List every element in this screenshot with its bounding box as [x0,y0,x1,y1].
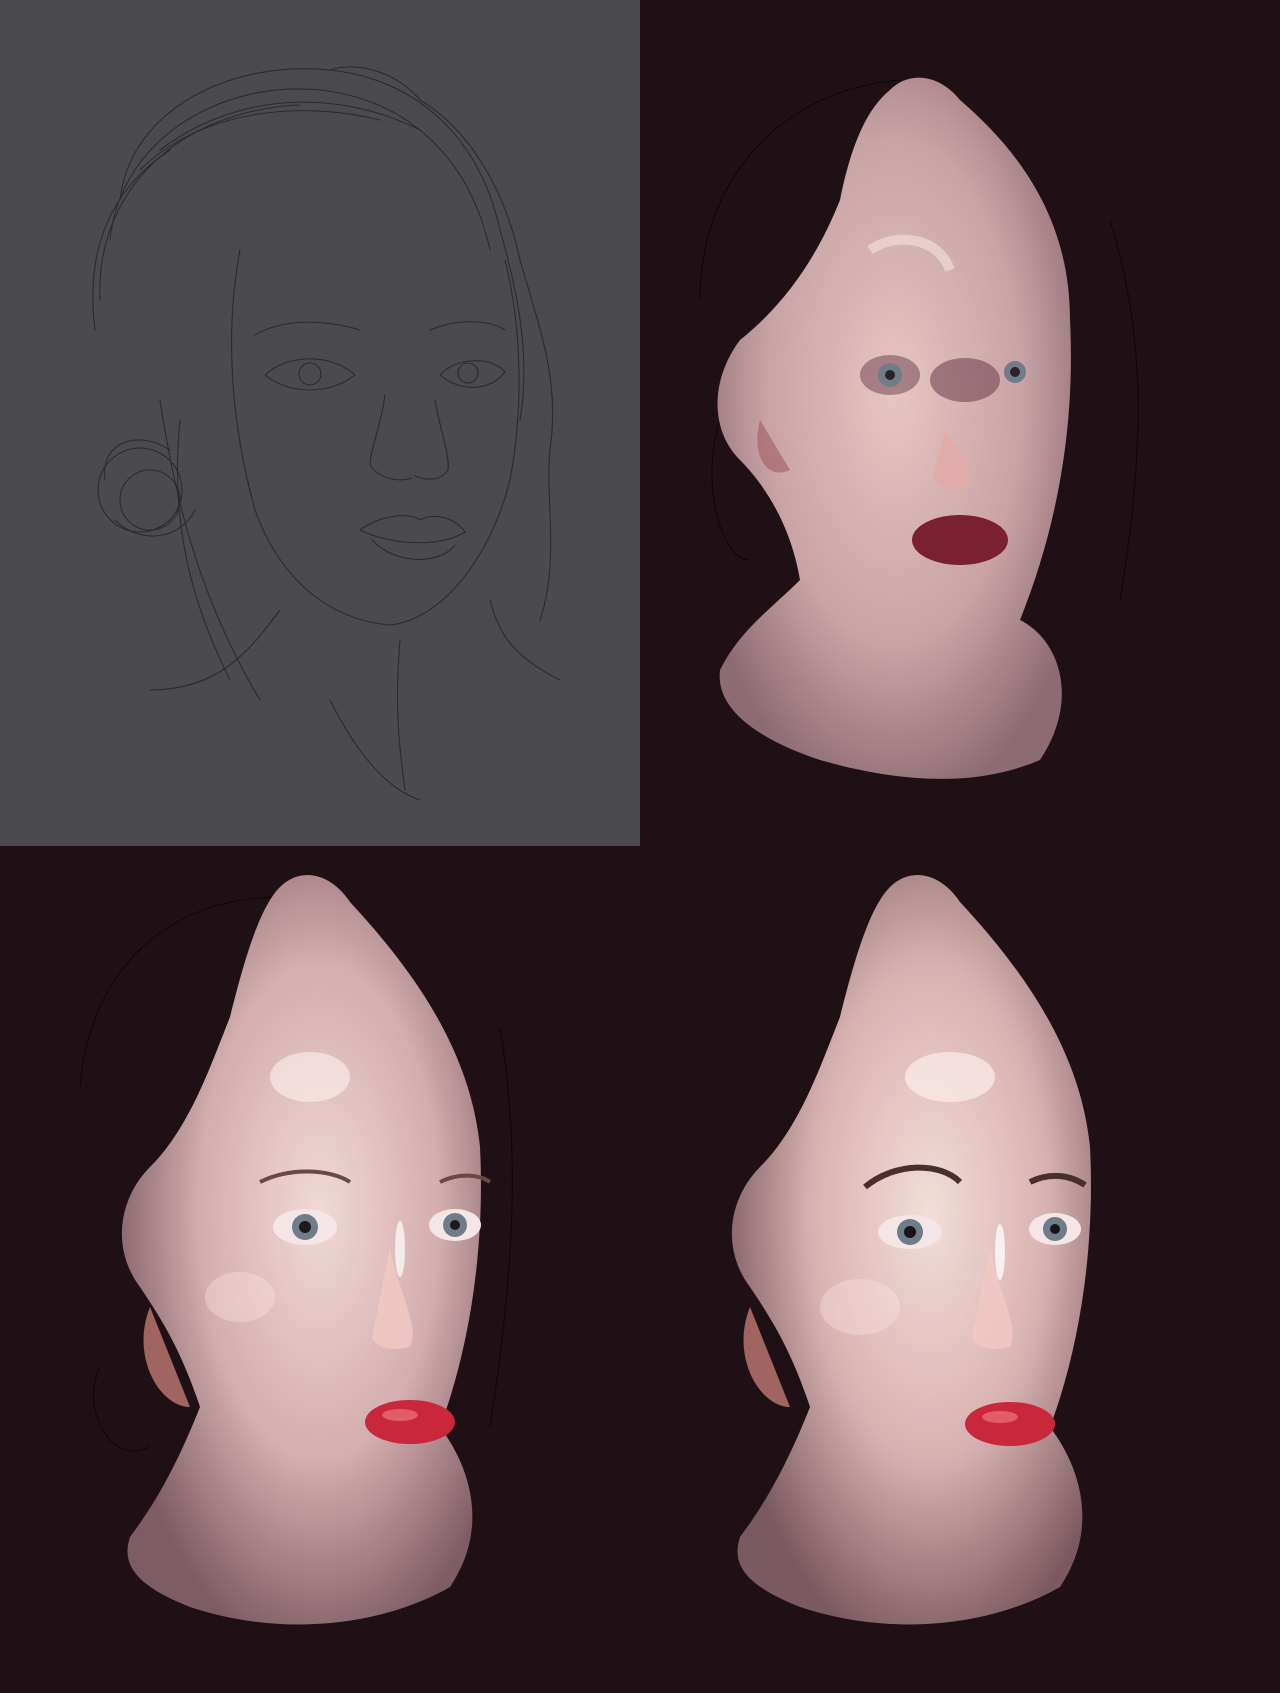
final-panel [640,847,1280,1693]
face-final [731,875,1091,1625]
face-block [717,77,1071,779]
blockin-painting [699,77,1139,779]
rendering-painting [79,875,513,1625]
sketch-drawing [92,66,561,801]
face-render [121,875,481,1625]
final-painting [731,875,1091,1625]
rendering-panel [0,847,640,1693]
process-sheet [0,0,1280,1693]
blockin-panel [640,0,1280,846]
sketch-panel [0,0,640,846]
